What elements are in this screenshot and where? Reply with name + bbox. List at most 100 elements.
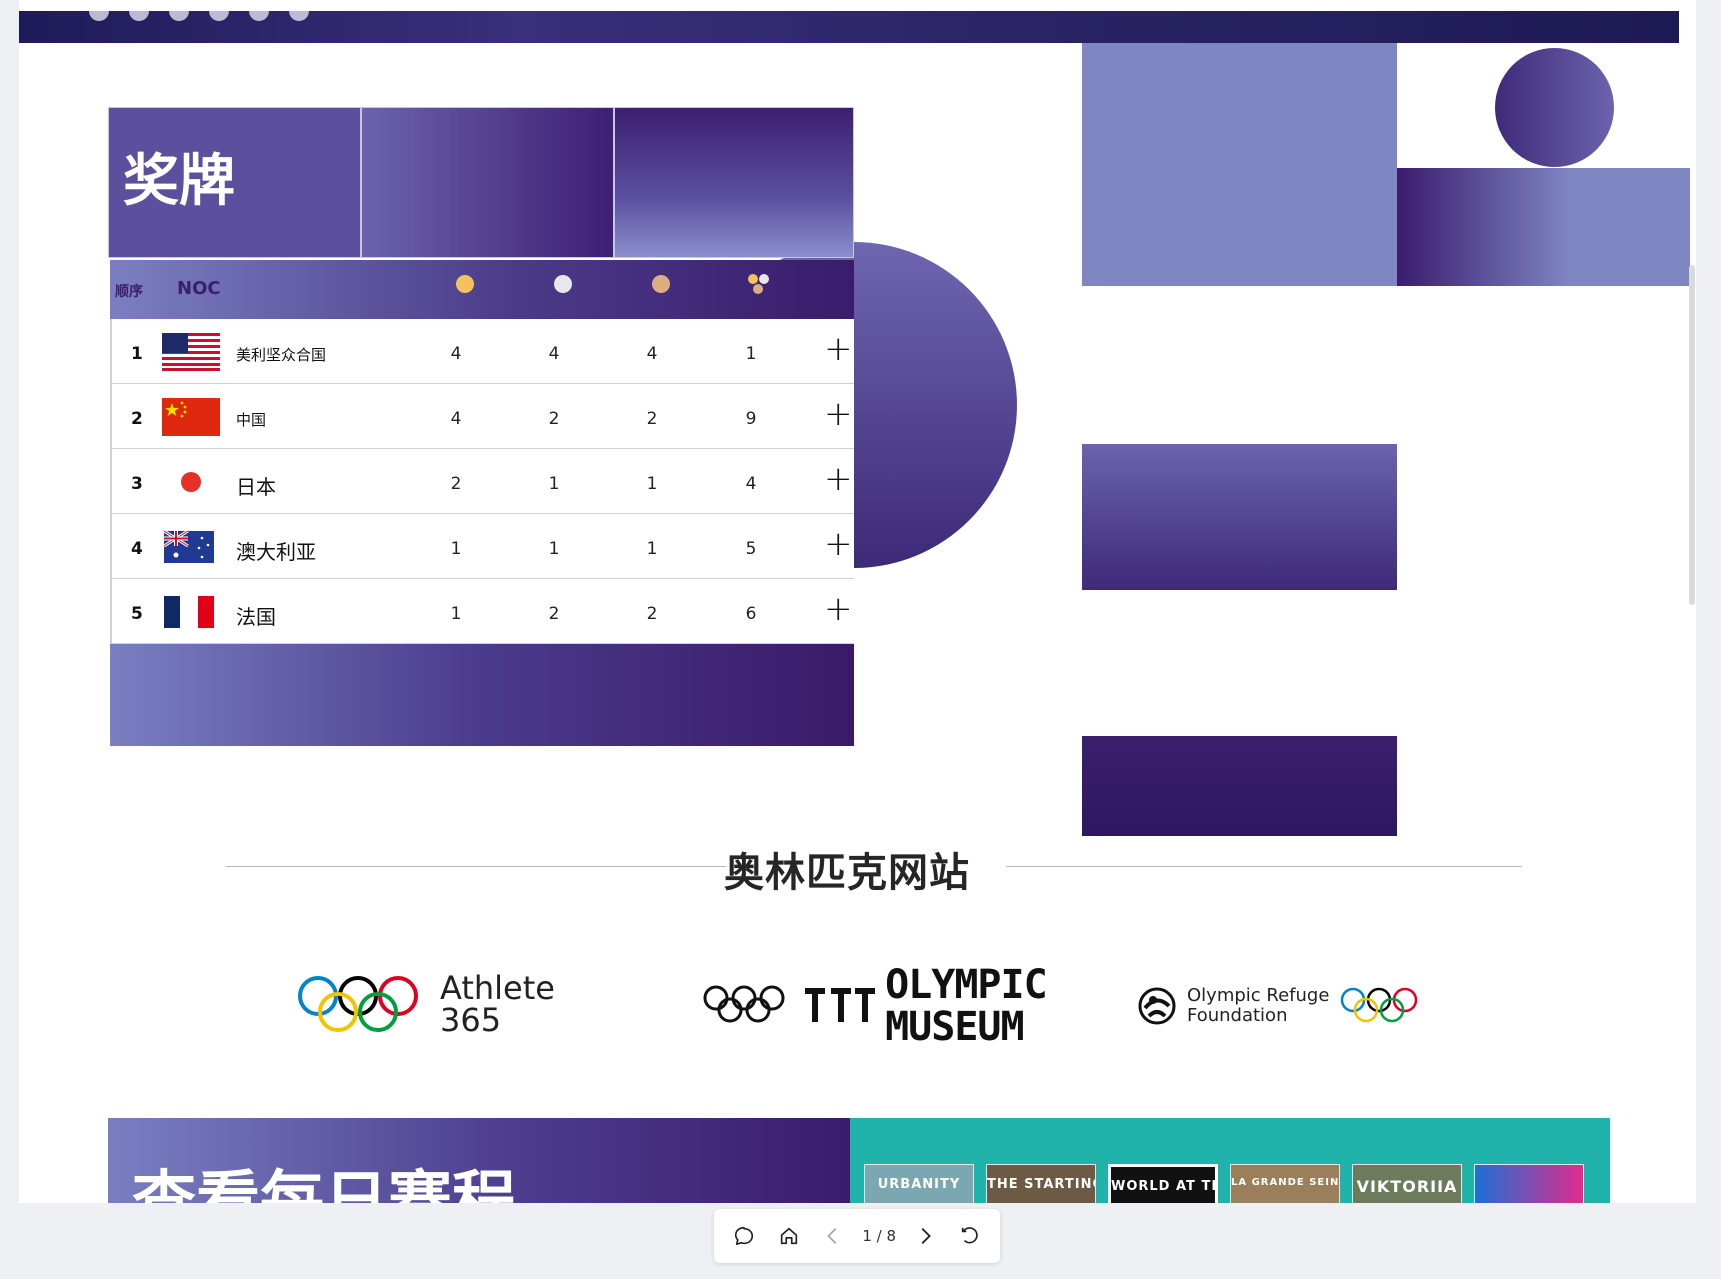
row-gold: 2 [450, 474, 462, 494]
row-gold: 4 [450, 409, 462, 429]
row-silver: 4 [548, 344, 560, 364]
bronze-medal-icon [652, 275, 670, 293]
table-row[interactable]: 4 澳大利亚 1 1 1 5 + [110, 514, 854, 579]
decor-rect-middle [1082, 444, 1397, 590]
page-indicator: 1 / 8 [862, 1227, 896, 1245]
row-country: 法国 [236, 605, 276, 629]
table-row[interactable]: 1 美利坚众合国 4 4 4 1 + [110, 319, 854, 384]
video-thumbnail[interactable]: WORLD AT THEIR FEET [1108, 1164, 1218, 1203]
column-rank: 顺序 [115, 284, 143, 300]
medals-header-decor-1 [361, 107, 614, 258]
decor-rect-gradient [1397, 168, 1690, 286]
row-rank: 5 [131, 604, 143, 624]
video-thumbnail[interactable]: URBANITY [864, 1164, 974, 1203]
olympic-museum-logo[interactable]: OLYMPIC MUSEUM [702, 962, 1048, 1050]
row-rank: 3 [131, 474, 143, 494]
video-thumbnail[interactable]: VIKTORIIA [1352, 1164, 1462, 1203]
museum-columns-icon [805, 988, 876, 1022]
viewer-toolbar: 1 / 8 [714, 1209, 1000, 1263]
schedule-title: 查看每日赛程 [132, 1165, 516, 1203]
vertical-scrollbar[interactable] [1689, 265, 1695, 605]
divider-right [1006, 866, 1522, 867]
decor-circle-small [1495, 48, 1614, 167]
row-gold: 1 [450, 604, 462, 624]
athlete365-line1: Athlete [440, 969, 555, 1007]
row-silver: 1 [548, 474, 560, 494]
japan-flag-icon [162, 463, 220, 501]
home-button[interactable] [774, 1221, 804, 1251]
expand-row-button[interactable]: + [824, 462, 853, 496]
video-thumbnail[interactable]: THE STARTING [986, 1164, 1096, 1203]
row-bronze: 1 [646, 474, 658, 494]
olympic-rings-icon [298, 976, 418, 1032]
table-row[interactable]: 5 法国 1 2 2 6 + [110, 579, 854, 644]
row-bronze: 1 [646, 539, 658, 559]
row-total: 6 [745, 604, 757, 624]
museum-line2: MUSEUM [885, 1004, 1024, 1050]
france-flag-icon [164, 596, 214, 628]
comment-icon [735, 1226, 754, 1246]
column-noc: NOC [177, 278, 221, 299]
refuge-line2: Foundation [1187, 1005, 1288, 1026]
decor-rect-top [1082, 43, 1397, 286]
row-rank: 4 [131, 539, 143, 559]
row-total: 9 [745, 409, 757, 429]
medal-table-header: 顺序 NOC [110, 260, 854, 319]
silver-medal-icon [554, 275, 572, 293]
table-row[interactable]: 2 中国 4 2 2 9 + [110, 384, 854, 449]
banner-decoration [89, 11, 309, 21]
video-thumbnail[interactable]: LA GRANDE SEINE [1230, 1164, 1340, 1203]
row-total: 1 [745, 344, 757, 364]
row-gold: 1 [450, 539, 462, 559]
row-bronze: 2 [646, 604, 658, 624]
olympic-rings-mono-icon [703, 985, 785, 1023]
hero-banner [19, 11, 1679, 43]
daily-schedule-banner[interactable]: 查看每日赛程 [108, 1118, 850, 1203]
table-row[interactable]: 3 日本 2 1 1 4 + [110, 449, 854, 514]
athlete365-logo[interactable]: Athlete 365 [296, 972, 555, 1036]
gold-medal-icon [456, 275, 474, 293]
museum-line1: OLYMPIC [885, 962, 1048, 1008]
china-flag-icon [162, 398, 220, 436]
total-medals-icon [746, 274, 772, 298]
video-carousel: URBANITY THE STARTING WORLD AT THEIR FEE… [850, 1118, 1610, 1203]
previous-page-button[interactable] [818, 1221, 848, 1251]
expand-row-button[interactable]: + [824, 397, 853, 431]
page: 奖牌 顺序 NOC 1 美利坚众合国 4 4 4 1 + 2 中国 4 2 2 … [19, 0, 1696, 1203]
expand-row-button[interactable]: + [824, 527, 853, 561]
row-country: 澳大利亚 [236, 540, 316, 564]
next-page-button[interactable] [910, 1221, 940, 1251]
row-gold: 4 [450, 344, 462, 364]
olympic-rings-small-icon [1341, 987, 1418, 1023]
medals-title-cell: 奖牌 [108, 107, 361, 258]
medals-header-decor-2 [614, 107, 854, 258]
refuge-foundation-logo[interactable]: Olympic Refuge Foundation [1137, 986, 1419, 1026]
refuge-line1: Olympic Refuge [1187, 985, 1330, 1006]
video-thumbnail[interactable] [1474, 1164, 1584, 1203]
divider-left [226, 866, 726, 867]
medals-title: 奖牌 [123, 149, 235, 214]
row-country: 美利坚众合国 [236, 346, 327, 364]
decor-rect-bottom [1082, 736, 1397, 836]
comment-button[interactable] [729, 1221, 759, 1251]
row-bronze: 4 [646, 344, 658, 364]
refuge-emblem-icon [1138, 987, 1176, 1025]
row-rank: 2 [131, 409, 143, 429]
medals-header: 奖牌 [108, 107, 854, 258]
athlete365-line2: 365 [440, 1001, 502, 1039]
undo-button[interactable] [955, 1221, 985, 1251]
row-bronze: 2 [646, 409, 658, 429]
chevron-right-icon [921, 1228, 932, 1244]
usa-flag-icon [162, 333, 220, 371]
row-silver: 1 [548, 539, 560, 559]
expand-row-button[interactable]: + [824, 332, 853, 366]
row-total: 4 [745, 474, 757, 494]
row-total: 5 [745, 539, 757, 559]
undo-icon [961, 1227, 978, 1244]
home-icon [780, 1227, 797, 1245]
australia-flag-icon [163, 529, 214, 563]
medal-table: 顺序 NOC 1 美利坚众合国 4 4 4 1 + 2 中国 4 2 2 9 +… [110, 260, 854, 746]
row-country: 中国 [236, 411, 267, 429]
expand-row-button[interactable]: + [824, 592, 853, 626]
row-country: 日本 [236, 475, 276, 499]
